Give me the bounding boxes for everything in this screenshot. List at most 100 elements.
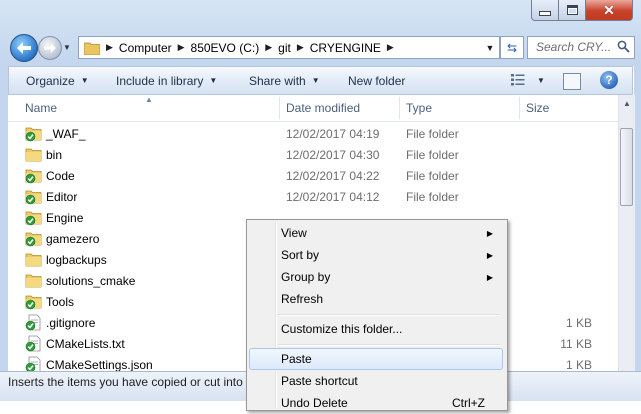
maximize-icon [566,5,578,15]
include-in-library-label: Include in library [116,73,204,88]
new-folder-button[interactable]: New folder [348,67,405,94]
folder-synced-icon [25,190,42,205]
folder-icon [84,42,100,55]
menu-item-label: Refresh [281,292,324,306]
breadcrumb-git[interactable]: git [278,41,291,55]
help-icon[interactable]: ? [600,71,618,89]
breadcrumb-cryengine[interactable]: CRYENGINE [310,41,381,55]
file-name: Engine [46,210,84,225]
window-border-left [0,66,8,371]
chevron-down-icon: ▼ [63,42,71,52]
breadcrumb-separator[interactable]: ▶ [291,42,310,53]
column-type[interactable]: Type [406,95,518,121]
menu-item-refresh[interactable]: Refresh [249,288,503,310]
file-name: CMakeLists.txt [46,336,125,351]
scroll-up-button[interactable]: ▲ [619,95,635,111]
share-with-button[interactable]: Share with ▼ [249,67,320,94]
column-divider[interactable] [399,97,400,119]
menu-item-view[interactable]: View ▶ [249,222,503,244]
file-name: Editor [46,189,78,204]
status-text: Inserts the items you have copied or cut… [8,375,243,389]
refresh-button[interactable]: ⇆ [500,36,524,59]
menu-item-sort-by[interactable]: Sort by ▶ [249,244,503,266]
maximize-button[interactable] [558,0,586,21]
menu-item-label: View [281,226,307,240]
breadcrumb-separator[interactable]: ▶ [259,42,278,53]
file-date-modified: 12/02/2017 04:30 [286,147,380,162]
file-name: gamezero [46,231,100,246]
folder-synced-icon [25,232,42,247]
minimize-button[interactable] [531,0,559,21]
chevron-down-icon: ▼ [311,76,320,85]
window-border-right [634,66,641,371]
file-name: logbackups [46,252,107,267]
file-size: 1 KB [565,315,592,330]
menu-item-label: Undo Delete [281,396,348,410]
menu-item-label: Paste shortcut [281,374,358,388]
column-divider[interactable] [519,97,520,119]
share-with-label: Share with [249,73,306,88]
search-field[interactable] [527,36,635,59]
folder-synced-icon [25,127,42,142]
breadcrumb-computer[interactable]: Computer [119,41,172,55]
menu-item-paste[interactable]: Paste [249,348,503,370]
chevron-down-icon: ▼ [80,76,89,85]
view-options-dropdown[interactable]: ▼ [537,67,545,94]
chevron-down-icon: ▼ [209,76,218,85]
file-name: solutions_cmake [46,273,136,288]
breadcrumb-separator[interactable]: ▶ [100,42,119,53]
forward-button[interactable] [38,36,62,60]
submenu-arrow-icon: ▶ [486,228,493,238]
search-input[interactable] [528,37,620,56]
include-in-library-button[interactable]: Include in library ▼ [116,67,217,94]
file-row[interactable]: bin 12/02/2017 04:30 File folder [8,144,618,165]
file-date-modified: 12/02/2017 04:22 [286,168,380,183]
address-history-dropdown[interactable]: ▼ [482,38,498,57]
menu-item-label: Sort by [281,248,320,262]
close-button[interactable]: ✕ [585,0,633,21]
breadcrumb-separator[interactable]: ▶ [172,42,191,53]
column-date-modified[interactable]: Date modified [286,95,398,121]
file-row[interactable]: Code 12/02/2017 04:22 File folder [8,165,618,186]
menu-item-paste-shortcut[interactable]: Paste shortcut [249,370,503,392]
column-name[interactable]: Name [25,95,280,121]
change-view-icon[interactable] [511,74,525,86]
file-size: 11 KB [560,336,592,351]
file-row[interactable]: _WAF_ 12/02/2017 04:19 File folder [8,123,618,144]
file-type: File folder [406,168,459,183]
file-synced-icon [25,314,41,331]
menu-item-label: Group by [281,270,331,284]
column-divider[interactable] [279,97,280,119]
recent-pages-button[interactable]: ▼ [62,42,72,52]
folder-icon [25,148,42,162]
file-row[interactable]: Editor 12/02/2017 04:12 File folder [8,186,618,207]
folder-icon [25,253,42,267]
menu-item-label: Customize this folder... [281,322,403,336]
file-size: 1 KB [565,357,592,372]
file-synced-icon [25,356,41,371]
file-name: Code [46,168,75,183]
close-icon: ✕ [603,2,615,18]
file-type: File folder [406,147,459,162]
menu-item-group-by[interactable]: Group by ▶ [249,266,503,288]
file-name: Tools [46,294,75,309]
vertical-scrollbar[interactable]: ▲ [618,95,635,371]
breadcrumb-drive[interactable]: 850EVO (C:) [191,41,260,55]
folder-icon [25,274,42,288]
scrollbar-thumb[interactable] [620,128,633,206]
chevron-down-icon: ▼ [537,76,545,85]
menu-item-undo-delete[interactable]: Undo Delete Ctrl+Z [249,392,503,414]
back-button[interactable] [10,34,38,62]
address-bar[interactable]: ▶ Computer ▶ 850EVO (C:) ▶ git ▶ CRYENGI… [78,36,500,59]
folder-synced-icon [25,169,42,184]
breadcrumb-separator[interactable]: ▶ [381,42,400,53]
file-name: CMakeSettings.json [46,357,153,372]
file-name: _WAF_ [46,126,86,141]
preview-pane-icon[interactable] [563,73,581,90]
column-size[interactable]: Size [526,95,606,121]
menu-item-customize-folder[interactable]: Customize this folder... [249,318,503,340]
search-icon[interactable] [617,40,630,53]
submenu-arrow-icon: ▶ [486,272,493,282]
organize-button[interactable]: Organize ▼ [26,67,89,94]
file-date-modified: 12/02/2017 04:19 [286,126,380,141]
